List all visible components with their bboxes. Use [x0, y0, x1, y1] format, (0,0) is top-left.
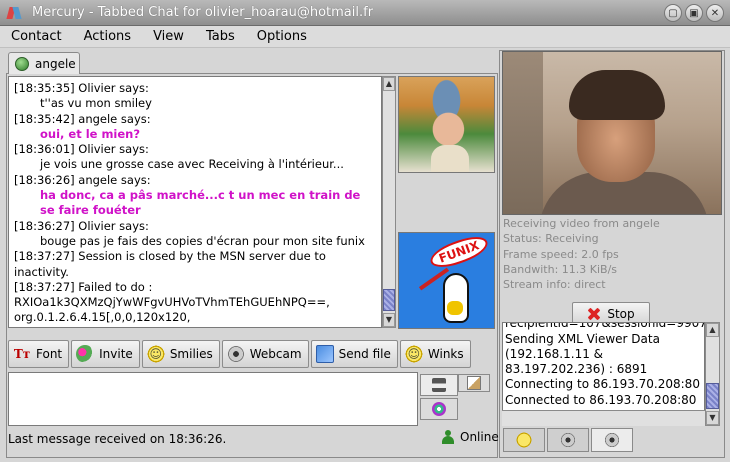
video-info-line: Stream info: direct [503, 278, 606, 292]
log-line: recipientid=107&sessionid=9907 [505, 322, 705, 331]
penguin-icon [443, 273, 469, 323]
winks-button[interactable]: ☺ Winks [399, 340, 471, 368]
message-body: je vois une grosse case avec Receiving à… [40, 157, 344, 172]
webcam-icon [560, 432, 576, 448]
title-bar: Mercury - Tabbed Chat for olivier_hoarau… [0, 0, 730, 26]
paper-icon [467, 376, 481, 390]
mercury-app-icon[interactable] [6, 5, 22, 21]
stop-icon [587, 307, 601, 321]
menu-options[interactable]: Options [246, 29, 318, 44]
message-header: [18:36:01] Olivier says: [14, 142, 149, 157]
invite-users-icon [76, 345, 95, 363]
chat-scrollbar[interactable]: ▲ ▼ [382, 76, 396, 328]
media-disc-icon [432, 402, 446, 416]
scroll-up-icon[interactable]: ▲ [383, 77, 395, 91]
menu-view[interactable]: View [142, 29, 195, 44]
log-line: Connected to 86.193.70.208:80 [505, 392, 697, 407]
video-background [503, 52, 543, 214]
log-line: Connecting to 86.193.70.208:80 [505, 377, 700, 392]
video-info-line: Receiving video from angele [503, 217, 660, 230]
close-button[interactable]: ✕ [706, 4, 724, 22]
video-info-line: Status: Receiving [503, 232, 599, 246]
menu-actions[interactable]: Actions [73, 29, 143, 44]
my-avatar[interactable]: FUNIX [398, 232, 495, 329]
tab-label: angele [35, 56, 76, 71]
smiley-icon [516, 432, 532, 448]
minimize-button[interactable]: ▢ [664, 4, 682, 22]
printer-icon [432, 378, 446, 392]
smiley-icon: ☺ [146, 345, 165, 363]
message-header: [18:35:42] angele says: [14, 111, 151, 126]
log-lines: recipientid=107&sessionid=9907 Sending X… [505, 322, 705, 408]
log-line: Sending XML Viewer Data [505, 331, 660, 346]
scroll-up-icon[interactable]: ▲ [706, 323, 719, 337]
log-line: (192.168.1.11 & [505, 346, 604, 361]
chat-messages: [18:35:35] Olivier says: t''as vu mon sm… [9, 77, 381, 326]
message-body: t''as vu mon smiley [40, 96, 152, 111]
send-file-icon [315, 345, 334, 363]
presence-label: Online [460, 430, 499, 444]
tab-notes[interactable] [458, 374, 490, 392]
video-info-line: Frame speed: 2.0 fps [503, 247, 619, 261]
chat-scroll-thumb[interactable] [383, 289, 395, 311]
font-button[interactable]: Tт Font [8, 340, 70, 368]
tab-media[interactable] [420, 398, 458, 420]
tab-webcam-panel[interactable] [547, 428, 589, 452]
message-body: oui, et le mien? [40, 126, 141, 141]
invite-button[interactable]: Invite [71, 340, 140, 368]
tab-angele[interactable]: angele [8, 52, 80, 74]
webcam-button[interactable]: Webcam [221, 340, 309, 368]
video-person-hair [569, 70, 665, 120]
send-file-label: Send file [338, 347, 391, 361]
message-header: [18:35:35] Olivier says: [14, 81, 149, 95]
stop-label: Stop [607, 307, 635, 321]
invite-label: Invite [99, 347, 133, 361]
tab-print[interactable] [420, 374, 458, 396]
video-info: Receiving video from angele Status: Rece… [503, 216, 660, 292]
font-label: Font [36, 347, 63, 361]
font-icon: Tт [13, 347, 31, 361]
window-controls: ▢ ▣ ✕ [664, 4, 724, 22]
message-body: ha donc, ca a pâs marché...c t un mec en… [40, 188, 361, 218]
log-scrollbar[interactable]: ▲ ▼ [705, 322, 720, 426]
chat-history[interactable]: [18:35:35] Olivier says: t''as vu mon sm… [8, 76, 382, 328]
menu-tabs[interactable]: Tabs [195, 29, 246, 44]
message-header: [18:36:27] Olivier says: [14, 218, 149, 233]
window-title: Mercury - Tabbed Chat for olivier_hoarau… [32, 5, 374, 20]
message-body: bouge pas je fais des copies d'écran pou… [40, 233, 365, 248]
webcam-video [502, 51, 722, 215]
log-horizontal-scrollbar[interactable] [502, 410, 705, 426]
menu-bar: Contact Actions View Tabs Options [0, 26, 730, 48]
webcam-icon [226, 345, 245, 363]
message-header: [18:36:26] angele says: [14, 172, 151, 187]
smilies-button[interactable]: ☺ Smilies [141, 340, 220, 368]
webcam-label: Webcam [249, 347, 302, 361]
message-input[interactable] [8, 372, 418, 426]
online-user-icon [442, 430, 454, 444]
video-info-line: Bandwith: 11.3 KiB/s [503, 262, 618, 276]
winks-label: Winks [427, 347, 464, 361]
scroll-down-icon[interactable]: ▼ [706, 411, 719, 425]
contact-status-icon [15, 56, 29, 71]
contact-avatar[interactable] [398, 76, 495, 173]
tab-webcam-receive-panel[interactable] [591, 428, 633, 452]
system-message: [18:37:27] Failed to do : RXIOa1k3QXMzQj… [14, 279, 330, 325]
winks-icon: ☺ [404, 345, 423, 363]
scroll-down-icon[interactable]: ▼ [383, 313, 395, 327]
chat-toolbar: Tт Font Invite ☺ Smilies Webcam Send fil… [8, 340, 471, 370]
webcam-icon [604, 432, 620, 448]
smilies-label: Smilies [169, 347, 213, 361]
system-message: [18:37:27] Session is closed by the MSN … [14, 249, 326, 279]
menu-contact[interactable]: Contact [0, 29, 73, 44]
presence-status[interactable]: Online [442, 430, 499, 444]
tab-smilies-panel[interactable] [503, 428, 545, 452]
last-message-status: Last message received on 18:36:26. [8, 432, 227, 446]
maximize-button[interactable]: ▣ [685, 4, 703, 22]
log-line: 83.197.202.236) : 6891 [505, 362, 648, 377]
send-file-button[interactable]: Send file [310, 340, 398, 368]
log-scroll-thumb[interactable] [706, 383, 719, 409]
